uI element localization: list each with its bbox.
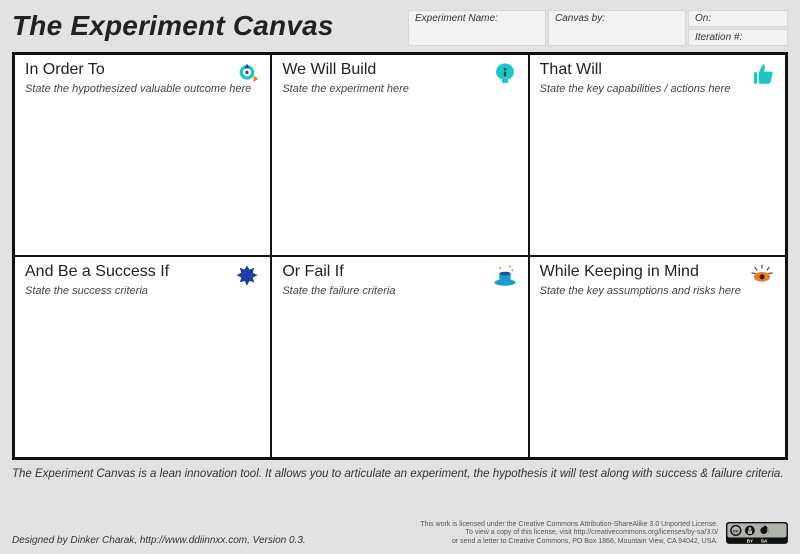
cell-in-order-to[interactable]: In Order To State the hypothesized valua… <box>14 54 271 256</box>
footer: Designed by Dinker Charak, http://www.dd… <box>12 521 788 546</box>
cell-fail-if[interactable]: Or Fail If State the failure criteria <box>271 256 528 458</box>
cell-we-will-build[interactable]: We Will Build State the experiment here <box>271 54 528 256</box>
page-title: The Experiment Canvas <box>12 10 398 42</box>
license-line: To view a copy of this license, visit ht… <box>420 529 718 537</box>
cell-subtitle: State the experiment here <box>282 83 517 95</box>
iteration-label: Iteration #: <box>695 32 742 43</box>
on-label: On: <box>695 13 711 24</box>
cell-success-if[interactable]: And Be a Success If State the success cr… <box>14 256 271 458</box>
cell-title: In Order To <box>25 61 260 79</box>
target-icon <box>234 61 260 87</box>
cell-subtitle: State the failure criteria <box>282 285 517 297</box>
license-line: or send a letter to Creative Commons, PO… <box>420 538 718 546</box>
license-block: This work is licensed under the Creative… <box>420 521 788 546</box>
cell-that-will[interactable]: That Will State the key capabilities / a… <box>529 54 786 256</box>
canvas-by-label: Canvas by: <box>555 13 605 24</box>
cell-keeping-in-mind[interactable]: While Keeping in Mind State the key assu… <box>529 256 786 458</box>
svg-text:SA: SA <box>761 538 768 543</box>
cell-subtitle: State the key assumptions and risks here <box>540 285 775 297</box>
cell-subtitle: State the key capabilities / actions her… <box>540 83 775 95</box>
thumbs-up-icon <box>749 61 775 87</box>
experiment-name-label: Experiment Name: <box>415 13 498 24</box>
cell-title: Or Fail If <box>282 263 517 281</box>
canvas-by-field[interactable]: Canvas by: <box>548 10 686 46</box>
svg-text:BY: BY <box>747 538 753 543</box>
cell-title: While Keeping in Mind <box>540 263 775 281</box>
info-bulb-icon <box>492 61 518 87</box>
cc-by-sa-badge-icon: cc BY SA <box>726 522 788 546</box>
cell-subtitle: State the hypothesized valuable outcome … <box>25 83 260 95</box>
svg-text:cc: cc <box>733 530 739 535</box>
license-line: This work is licensed under the Creative… <box>420 521 718 529</box>
cell-title: That Will <box>540 61 775 79</box>
iteration-field[interactable]: Iteration #: <box>688 29 788 46</box>
cell-title: We Will Build <box>282 61 517 79</box>
on-field[interactable]: On: <box>688 10 788 27</box>
meta-fields: Experiment Name: Canvas by: On: Iteratio… <box>408 10 788 46</box>
designed-by: Designed by Dinker Charak, http://www.dd… <box>12 535 306 546</box>
tagline: The Experiment Canvas is a lean innovati… <box>12 468 788 480</box>
cell-subtitle: State the success criteria <box>25 285 260 297</box>
experiment-name-field[interactable]: Experiment Name: <box>408 10 546 46</box>
magic-hat-icon <box>492 263 518 289</box>
license-text: This work is licensed under the Creative… <box>420 521 718 546</box>
cell-title: And Be a Success If <box>25 263 260 281</box>
eye-icon <box>749 263 775 289</box>
header: The Experiment Canvas Experiment Name: C… <box>12 10 788 46</box>
canvas-grid: In Order To State the hypothesized valua… <box>12 52 788 460</box>
splash-badge-icon <box>234 263 260 289</box>
